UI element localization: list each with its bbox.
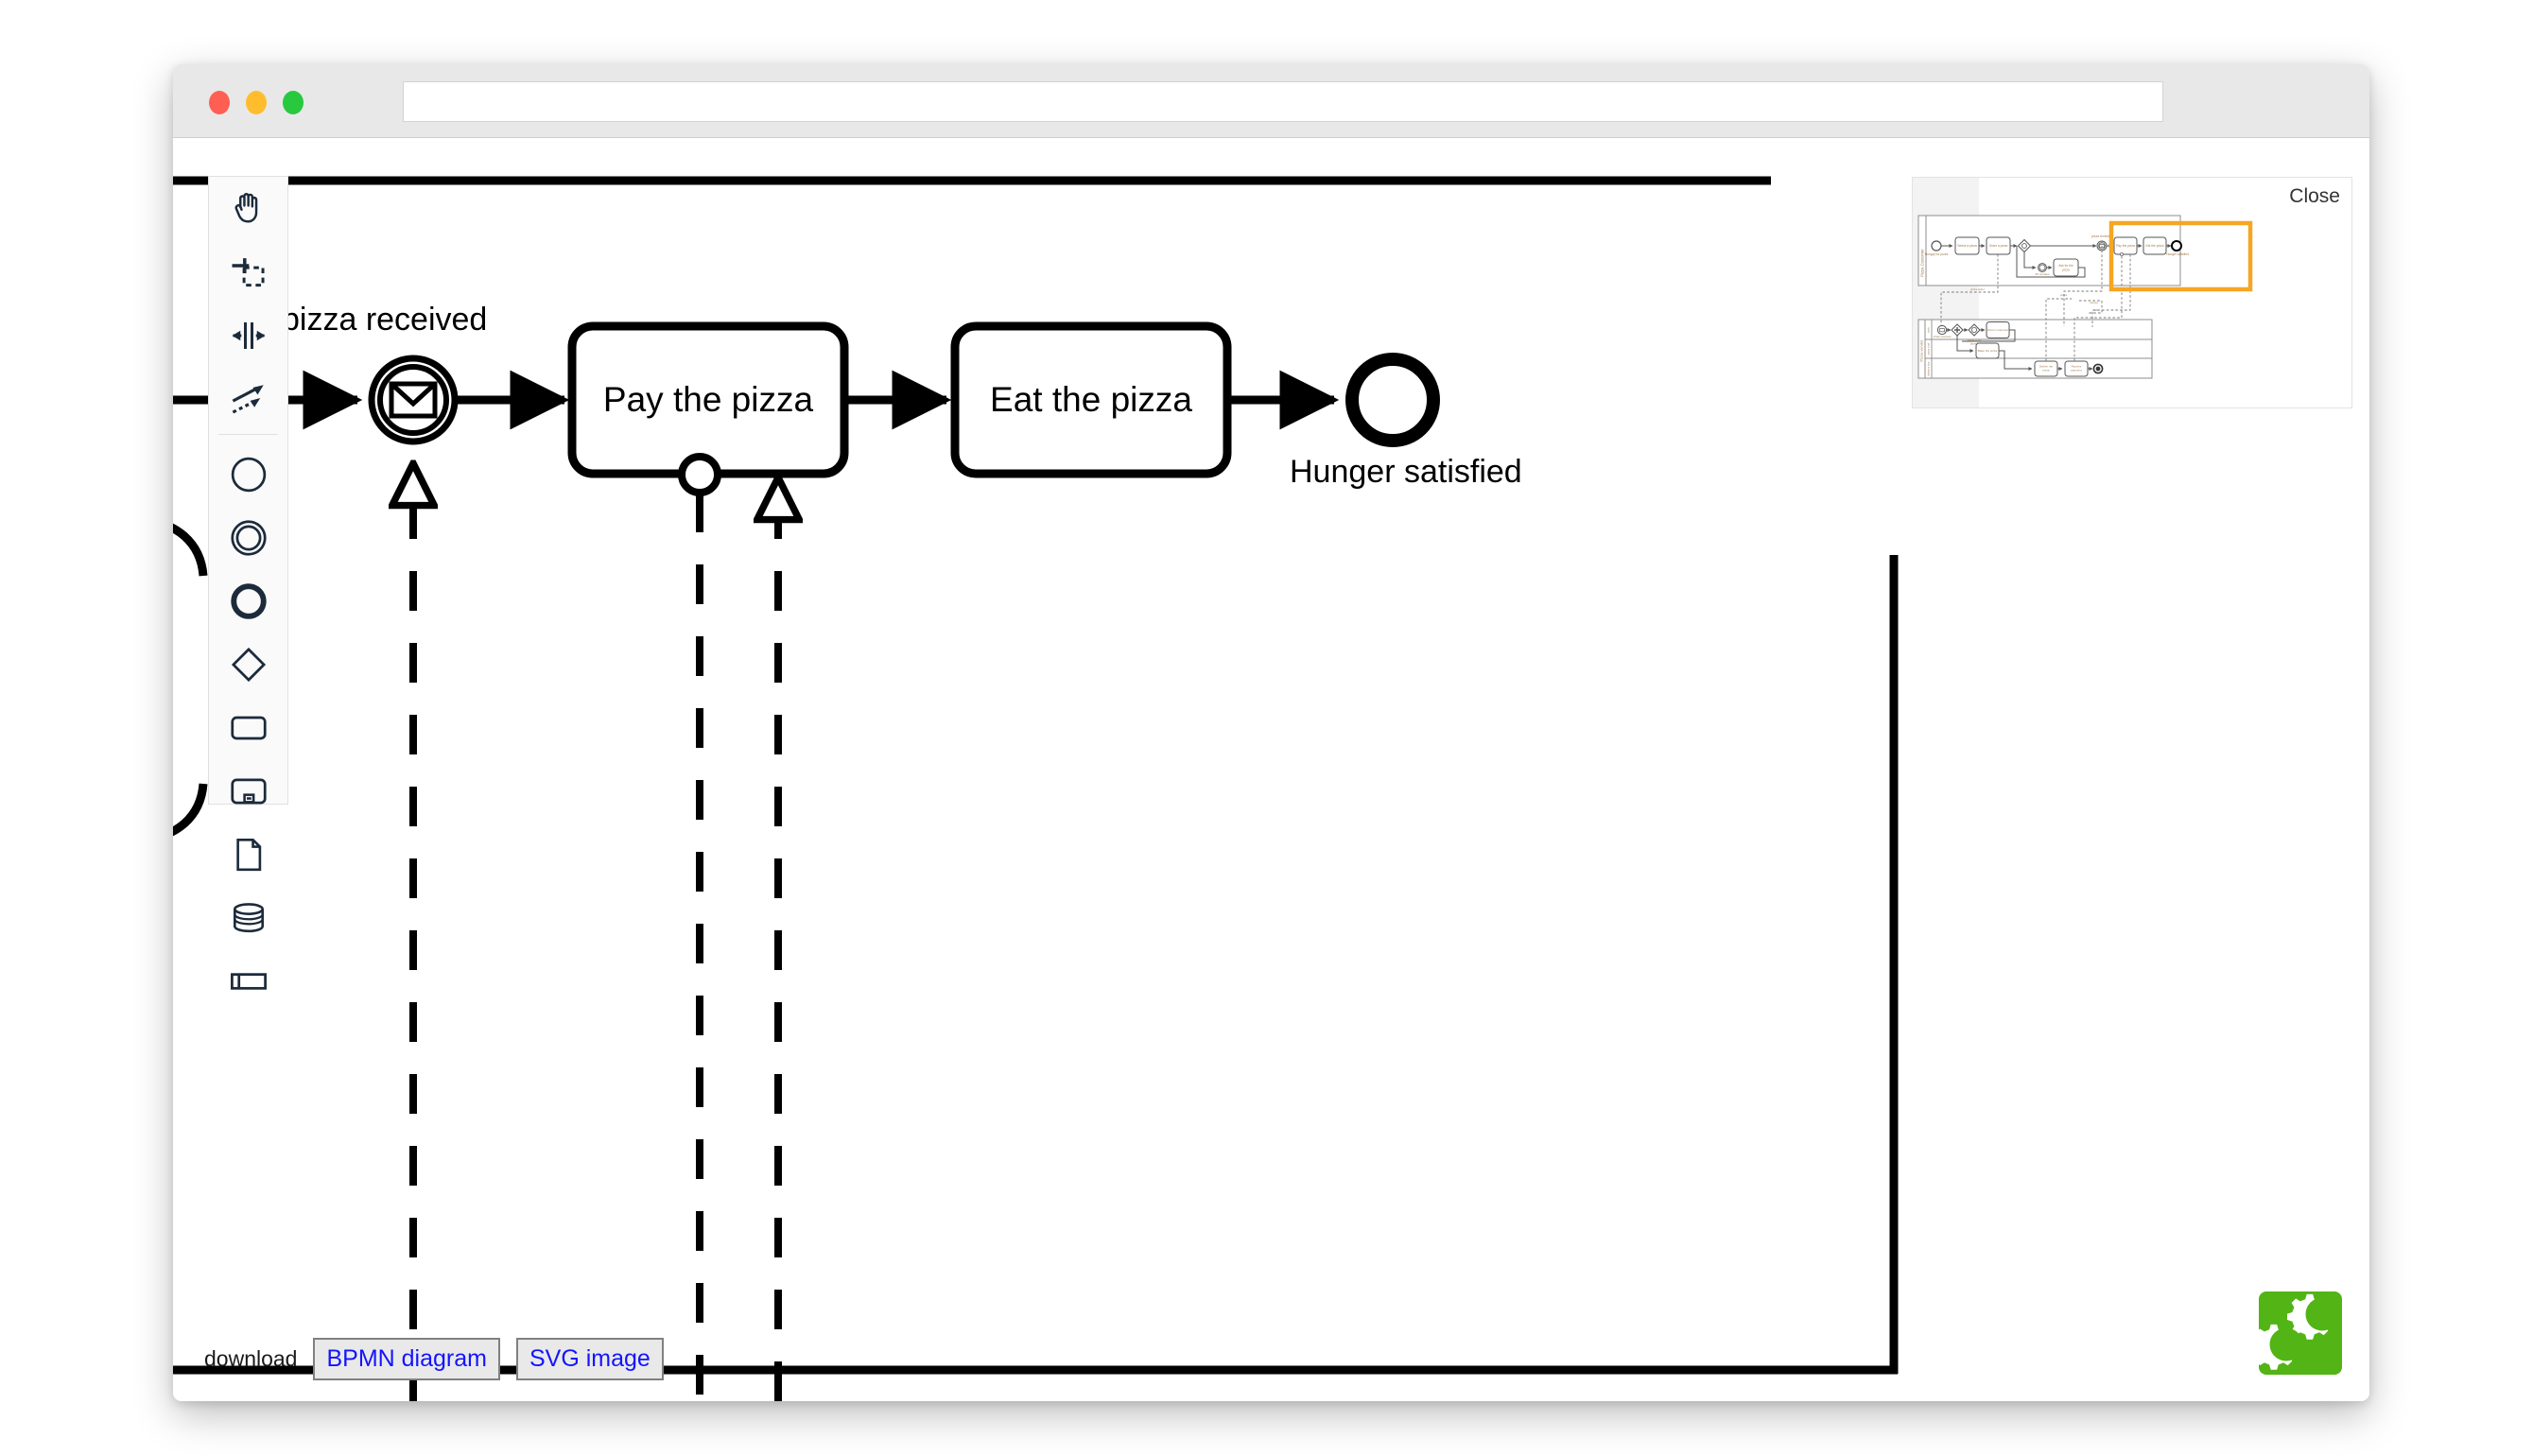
palette-task[interactable] [208,696,288,759]
svg-text:pizza: pizza [2042,369,2049,373]
palette-start-event[interactable] [208,442,288,506]
svg-text:Eat the pizza: Eat the pizza [2145,244,2163,248]
hand-tool-icon [229,189,269,229]
svg-text:Select a pizza: Select a pizza [1957,244,1977,248]
subprocess-icon [228,771,269,812]
lasso-tool-icon [229,252,269,292]
data-object-icon [229,835,269,875]
svg-text:Order a pizza: Order a pizza [1989,244,2008,248]
palette-lasso-tool[interactable] [208,240,288,303]
download-svg-image-button[interactable]: SVG image [515,1338,664,1380]
download-bar: download BPMN diagram SVG image [204,1338,664,1380]
minimap-panel[interactable]: Close Pizza Customer Hungry for pizza Se… [1912,177,2352,408]
space-tool-icon [229,316,269,355]
task-eat-the-pizza-label: Eat the pizza [990,380,1192,419]
svg-text:Pizza vendor: Pizza vendor [1919,339,1924,362]
palette-gateway[interactable] [208,633,288,696]
download-label: download [204,1346,298,1372]
svg-text:Bake the pizza: Bake the pizza [1978,349,1998,353]
participant-icon [228,961,269,1002]
svg-text:pizza chef: pizza chef [1927,342,1931,355]
offscreen-task-shape [173,523,208,837]
svg-text:Order received: Order received [1934,335,1952,338]
svg-text:clerk: clerk [1927,326,1931,333]
svg-text:Inform customer: Inform customer [1987,328,2008,332]
palette-data-object[interactable] [208,823,288,886]
palette-global-connect-tool[interactable] [208,367,288,430]
minimap-pool-customer: Pizza Customer Hungry for pizza Select a… [1917,215,2189,286]
window-controls [209,91,304,114]
browser-window: Pay the pizza Eat the pizza pizza receiv… [173,64,2369,1401]
message-flow-from-pay-the-pizza[interactable] [678,453,721,1401]
task-pay-the-pizza-label: Pay the pizza [603,380,814,419]
svg-text:payment: payment [2071,369,2082,373]
svg-text:45 minutes: 45 minutes [2035,272,2050,276]
maximize-window-button[interactable] [283,91,304,114]
svg-text:pizza received: pizza received [2091,234,2112,238]
svg-text:Hungry for pizza: Hungry for pizza [1925,252,1949,256]
start-event-icon [228,454,269,495]
task-pay-the-pizza[interactable]: Pay the pizza [567,321,849,478]
svg-text:delivery boy: delivery boy [1927,361,1931,376]
palette-end-event[interactable] [208,569,288,633]
intermediate-message-catch-event[interactable] [368,355,459,445]
svg-text:Ask for the: Ask for the [2058,264,2073,268]
task-eat-the-pizza[interactable]: Eat the pizza [950,321,1232,478]
end-event-icon [228,581,269,622]
minimize-window-button[interactable] [246,91,267,114]
close-window-button[interactable] [209,91,230,114]
svg-text:bill: bill [2094,308,2098,312]
svg-text:pizza: pizza [2060,293,2067,297]
event-label-hunger-satisfied: Hunger satisfied [1290,454,1522,490]
svg-text:Pay the pizza: Pay the pizza [2116,244,2135,248]
global-connect-tool-icon [229,379,269,419]
url-input[interactable] [403,81,2163,122]
task-icon [228,707,269,749]
minimap-pool-vendor: Pizza vendor clerk pizza chef delivery b… [1917,319,2153,379]
palette-participant[interactable] [208,949,288,1013]
screenshot-root: Pay the pizza Eat the pizza pizza receiv… [0,0,2533,1456]
data-store-icon [229,898,269,938]
gateway-icon [228,644,269,685]
browser-titlebar [173,64,2369,138]
svg-text:Hunger satisfied: Hunger satisfied [2166,252,2189,256]
palette-intermediate-event[interactable] [208,506,288,569]
bpmn-io-logo-icon [2250,1291,2342,1375]
palette-data-store[interactable] [208,886,288,949]
minimap-close-button[interactable]: Close [2289,185,2340,208]
minimap-preview[interactable]: Pizza Customer Hungry for pizza Select a… [1913,178,2352,408]
end-event-hunger-satisfied[interactable] [1345,353,1440,447]
palette-separator [218,434,278,435]
bpmn-palette[interactable] [208,176,288,990]
bpmn-canvas[interactable]: Pay the pizza Eat the pizza pizza receiv… [173,139,2369,1401]
event-label-pizza-received: pizza received [282,302,487,338]
palette-space-tool[interactable] [208,303,288,367]
palette-hand-tool[interactable] [208,177,288,240]
palette-subprocess[interactable] [208,759,288,823]
download-bpmn-diagram-button[interactable]: BPMN diagram [313,1338,500,1380]
svg-text:money: money [2090,301,2099,304]
svg-text:pizza order: pizza order [1970,287,1985,291]
svg-text:pizza: pizza [2062,269,2070,272]
bpmn-io-logo[interactable] [2250,1286,2349,1380]
intermediate-event-icon [228,517,269,559]
